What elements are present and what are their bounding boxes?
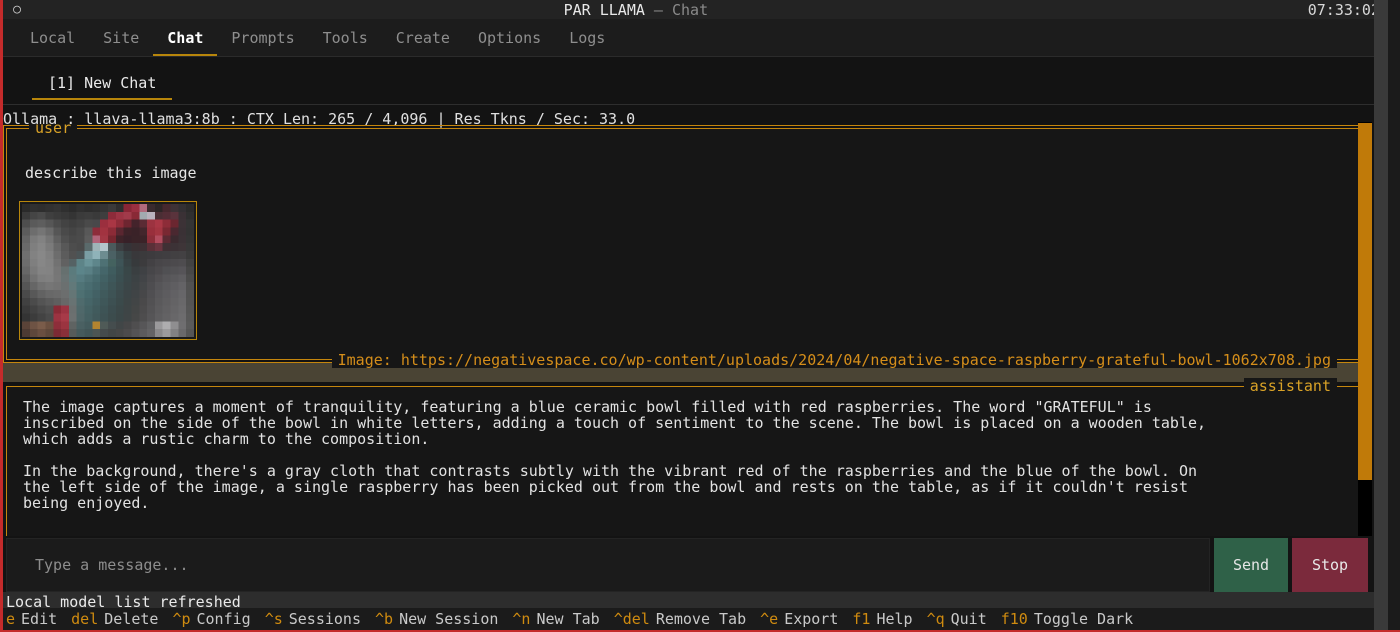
assistant-message-text: The image captures a moment of tranquili… bbox=[7, 387, 1359, 511]
footer-key-label: Remove Tab bbox=[655, 610, 747, 628]
footer-key-binding: ^q bbox=[926, 610, 945, 628]
footer-key-binding: ^del bbox=[613, 610, 650, 628]
assistant-role-label: assistant bbox=[1243, 378, 1337, 394]
footer-key-label: Help bbox=[876, 610, 913, 628]
footer-key-binding: ^e bbox=[760, 610, 779, 628]
assistant-paragraph-2: In the background, there's a gray cloth … bbox=[23, 462, 1197, 512]
footer-key-label: Toggle Dark bbox=[1033, 610, 1134, 628]
tab-logs[interactable]: Logs bbox=[555, 19, 619, 56]
title-separator: — bbox=[644, 0, 672, 19]
footer-key-binding: del bbox=[71, 610, 99, 628]
message-input-placeholder: Type a message... bbox=[35, 556, 189, 574]
tab-chat[interactable]: Chat bbox=[153, 19, 218, 56]
assistant-message-panel: assistant The image captures a moment of… bbox=[6, 378, 1360, 536]
thumbnail-canvas bbox=[22, 204, 194, 337]
title-bar: ○ PAR LLAMA — Chat 07:33:02 ▲ bbox=[0, 0, 1400, 19]
footer-key-label: Quit bbox=[950, 610, 987, 628]
attached-image-thumbnail[interactable] bbox=[19, 201, 197, 340]
tab-tools[interactable]: Tools bbox=[309, 19, 382, 56]
footer-key-label: Edit bbox=[21, 610, 58, 628]
tab-options[interactable]: Options bbox=[464, 19, 555, 56]
footer-key-binding: ^p bbox=[172, 610, 191, 628]
footer-key-label: Sessions bbox=[288, 610, 361, 628]
footer-key-new-session[interactable]: ^b New Session bbox=[375, 611, 498, 627]
par-llama-app: ○ PAR LLAMA — Chat 07:33:02 ▲ Local Site… bbox=[0, 0, 1400, 632]
session-tab-new-chat[interactable]: [1] New Chat bbox=[32, 57, 173, 100]
footer-key-quit[interactable]: ^q Quit bbox=[927, 611, 987, 627]
tab-local[interactable]: Local bbox=[16, 19, 89, 56]
footer-key-config[interactable]: ^p Config bbox=[172, 611, 250, 627]
footer-key-remove-tab[interactable]: ^del Remove Tab bbox=[614, 611, 746, 627]
stop-button[interactable]: Stop bbox=[1292, 538, 1368, 592]
footer-key-binding: ^b bbox=[375, 610, 394, 628]
user-role-label: user bbox=[29, 124, 78, 136]
footer-key-label: Config bbox=[196, 610, 251, 628]
footer-key-delete[interactable]: del Delete bbox=[71, 611, 158, 627]
footer-key-binding: e bbox=[6, 610, 16, 628]
main-tab-bar: Local Site Chat Prompts Tools Create Opt… bbox=[0, 19, 1400, 57]
footer-key-label: New Session bbox=[399, 610, 499, 628]
user-message-panel: user describe this image Image: https://… bbox=[3, 124, 1363, 368]
footer-key-label: New Tab bbox=[536, 610, 600, 628]
send-button[interactable]: Send bbox=[1214, 538, 1288, 592]
chat-message-list: user describe this image Image: https://… bbox=[0, 124, 1368, 536]
message-input[interactable]: Type a message... bbox=[6, 538, 1210, 592]
window-scrollbar-gutter bbox=[1388, 0, 1400, 632]
footer-key-new-tab[interactable]: ^n New Tab bbox=[512, 611, 599, 627]
message-input-row: Type a message... Send Stop bbox=[0, 538, 1368, 592]
session-tab-bar: [1] New Chat bbox=[0, 57, 1400, 105]
footer-key-sessions[interactable]: ^s Sessions bbox=[265, 611, 361, 627]
footer-key-binding: f1 bbox=[852, 610, 871, 628]
tab-site[interactable]: Site bbox=[89, 19, 153, 56]
footer-key-label: Export bbox=[784, 610, 839, 628]
chat-scrollbar-thumb[interactable] bbox=[1358, 123, 1372, 480]
app-title-text: PAR LLAMA bbox=[563, 0, 645, 19]
footer-key-help[interactable]: f1 Help bbox=[852, 611, 912, 627]
chat-scrollbar[interactable] bbox=[1358, 122, 1372, 536]
footer-key-label: Delete bbox=[104, 610, 159, 628]
footer-key-binding: f10 bbox=[1000, 610, 1028, 628]
tab-create[interactable]: Create bbox=[382, 19, 464, 56]
tab-prompts[interactable]: Prompts bbox=[217, 19, 308, 56]
footer-key-binding: ^n bbox=[512, 610, 531, 628]
assistant-paragraph-1: The image captures a moment of tranquili… bbox=[23, 398, 1207, 448]
app-left-edge bbox=[0, 0, 3, 632]
title-subtitle: Chat bbox=[672, 0, 709, 19]
user-message-text: describe this image bbox=[25, 164, 197, 182]
page-title: PAR LLAMA — Chat bbox=[0, 2, 1308, 18]
footer-key-edit[interactable]: e Edit bbox=[6, 611, 57, 627]
footer-key-binding: ^s bbox=[264, 610, 283, 628]
footer-key-bindings: e Edit del Delete ^p Config ^s Sessions ^b New Se… bbox=[0, 608, 1400, 630]
image-url-caption[interactable]: Image: https://negativespace.co/wp-conte… bbox=[331, 352, 1337, 368]
footer-key-toggle-dark[interactable]: f10 Toggle Dark bbox=[1001, 611, 1133, 627]
footer-key-export[interactable]: ^e Export bbox=[760, 611, 838, 627]
window-scrollbar-track[interactable] bbox=[1374, 0, 1388, 632]
